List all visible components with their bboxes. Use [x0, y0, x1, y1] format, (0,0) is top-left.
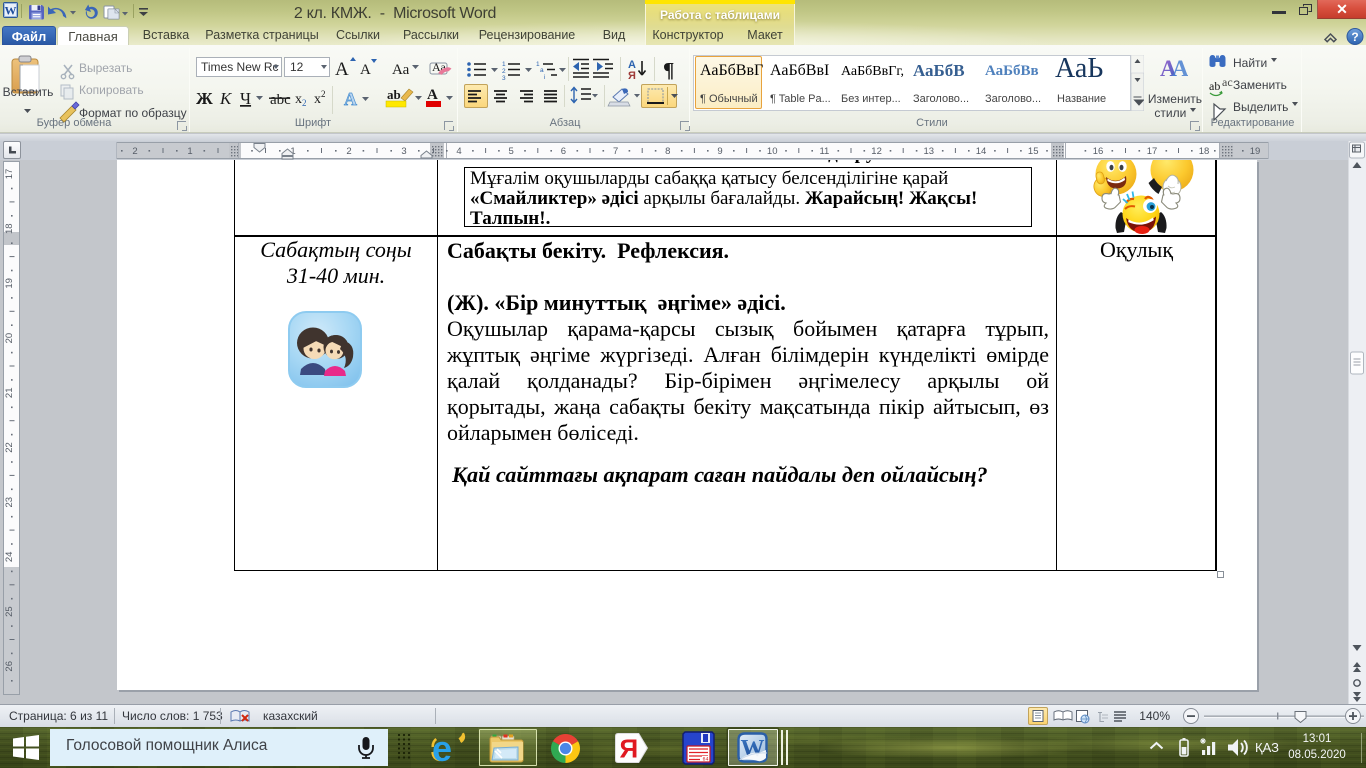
svg-text:26: 26 [4, 661, 15, 672]
svg-text:abc: abc [270, 92, 291, 108]
svg-text:1: 1 [502, 61, 506, 68]
svg-text:21: 21 [4, 388, 15, 399]
svg-text:14: 14 [976, 146, 987, 157]
svg-text:13: 13 [924, 146, 935, 157]
svg-text:2: 2 [346, 146, 351, 157]
svg-text:15: 15 [1028, 146, 1039, 157]
svg-text:ab: ab [1209, 79, 1220, 93]
svg-text:20: 20 [4, 333, 15, 344]
svg-text:2: 2 [502, 68, 506, 75]
svg-text:25: 25 [4, 606, 15, 617]
svg-text:6: 6 [561, 146, 566, 157]
svg-text:22: 22 [4, 442, 15, 453]
svg-text:24: 24 [4, 552, 15, 563]
svg-text:11: 11 [819, 146, 829, 157]
svg-text:18: 18 [4, 223, 15, 234]
svg-text:7: 7 [613, 146, 618, 157]
svg-text:18: 18 [1199, 146, 1210, 157]
svg-text:19: 19 [4, 278, 15, 289]
svg-text:12: 12 [871, 146, 882, 157]
svg-text:8: 8 [665, 146, 670, 157]
svg-text:5: 5 [509, 146, 514, 157]
svg-text:e: e [432, 730, 452, 766]
svg-text:А: А [360, 62, 371, 78]
svg-text:9: 9 [717, 146, 722, 157]
svg-text:3: 3 [502, 75, 506, 81]
svg-text:19: 19 [1250, 146, 1261, 157]
svg-text:Ч: Ч [240, 89, 251, 108]
svg-text:1: 1 [187, 146, 192, 157]
svg-text:3: 3 [401, 146, 406, 157]
svg-text:А: А [1172, 56, 1188, 79]
svg-text:17: 17 [1147, 146, 1158, 157]
svg-text:x: x [295, 92, 302, 107]
svg-text:W: W [5, 4, 17, 18]
svg-text:А: А [335, 59, 349, 80]
svg-text:x: x [314, 92, 321, 107]
svg-text:64·: 64· [703, 757, 712, 763]
svg-text:10: 10 [767, 146, 778, 157]
svg-text:Я: Я [628, 70, 636, 81]
svg-text:?: ? [1351, 30, 1358, 44]
svg-text:К: К [219, 89, 233, 108]
svg-text:17: 17 [4, 169, 15, 180]
svg-text:Аа: Аа [392, 62, 410, 78]
svg-text:2: 2 [132, 146, 137, 157]
svg-text:Я: Я [620, 734, 639, 764]
svg-text:2: 2 [321, 89, 326, 99]
svg-text:16: 16 [1093, 146, 1104, 157]
svg-text:Ж: Ж [196, 89, 213, 108]
svg-text:ac: ac [1222, 75, 1233, 89]
svg-text:i: i [544, 74, 545, 81]
svg-text:¶: ¶ [663, 58, 674, 81]
svg-text:а: а [540, 67, 544, 74]
svg-text:2: 2 [302, 98, 307, 108]
svg-text:23: 23 [4, 497, 15, 508]
svg-text:ab: ab [387, 87, 401, 102]
svg-text:А: А [344, 89, 357, 109]
svg-text:А: А [427, 87, 438, 103]
svg-text:4: 4 [456, 146, 461, 157]
